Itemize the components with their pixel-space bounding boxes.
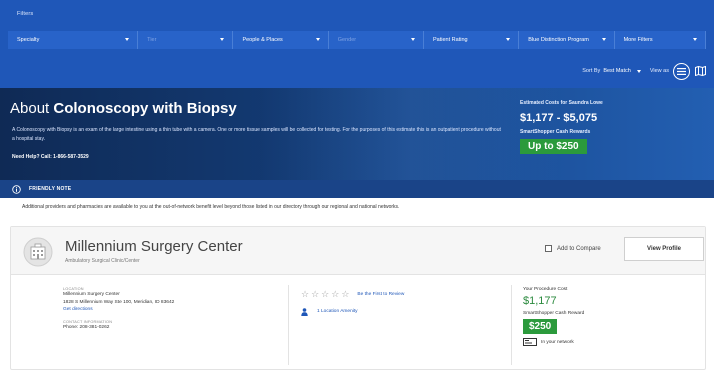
get-directions-link[interactable]: Get directions	[63, 306, 283, 314]
filter-dropdown-label: Tier	[147, 37, 157, 43]
cash-rewards-badge: Up to $250	[520, 139, 587, 154]
sort-controls: Sort By Best Match View as	[582, 62, 706, 80]
procedure-name: Colonoscopy with Biopsy	[53, 100, 237, 117]
location-amenity-link[interactable]: 1 Location Amenity	[317, 308, 358, 316]
chevron-down-icon	[411, 38, 416, 41]
filter-dropdown-people-places[interactable]: People & Places	[233, 31, 329, 49]
network-status: In your network	[523, 338, 703, 346]
cash-rewards-label: SmartShopper Cash Rewards	[520, 129, 591, 135]
provider-type: Ambulatory Surgical Clinic/Center	[65, 258, 140, 264]
column-divider	[288, 285, 289, 365]
map-view-button[interactable]	[695, 66, 706, 76]
info-icon	[12, 184, 21, 194]
chevron-down-icon	[315, 38, 320, 41]
provider-card: Millennium Surgery Center Ambulatory Sur…	[10, 226, 706, 370]
filter-dropdown-gender[interactable]: Gender	[328, 31, 425, 49]
cash-reward-label: SmartShopper Cash Reward	[523, 311, 585, 316]
chevron-down-icon	[692, 38, 697, 41]
add-to-compare-checkbox[interactable]: Add to Compare	[545, 245, 601, 252]
title-prefix: About	[10, 100, 50, 117]
star-outline-icon[interactable]: ☆	[311, 289, 319, 299]
filter-dropdown-patient-rating[interactable]: Patient Rating	[424, 31, 520, 49]
building-icon	[23, 237, 53, 272]
filter-dropdown-blue-distinction-program[interactable]: Blue Distinction Program	[519, 31, 615, 49]
procedure-hero: About Colonoscopy with Biopsy A Colonosc…	[0, 88, 714, 180]
filter-dropdown-label: Patient Rating	[433, 37, 468, 43]
list-icon	[677, 67, 686, 75]
provider-name[interactable]: Millennium Surgery Center	[65, 238, 243, 255]
chevron-down-icon	[636, 69, 641, 73]
star-outline-icon[interactable]: ☆	[331, 289, 339, 299]
sort-select-value: Best Match	[603, 68, 631, 74]
filter-dropdown-label: Specialty	[17, 37, 40, 43]
first-review-link[interactable]: Be the First to Review	[357, 292, 404, 297]
estimated-cost-range: $1,177 - $5,075	[520, 112, 598, 124]
chevron-down-icon	[220, 38, 225, 41]
view-as-label: View as	[649, 68, 669, 74]
friendly-note-text: Additional providers and pharmacies are …	[22, 204, 400, 210]
estimated-cost-label: Estimated Costs for Saundra Lowe	[520, 100, 603, 106]
list-view-button[interactable]	[673, 62, 690, 80]
provider-cost-column: Your Procedure Cost $1,177 SmartShopper …	[523, 287, 703, 346]
view-profile-button[interactable]: View Profile	[624, 237, 704, 261]
estimated-cost-box: Estimated Costs for Saundra Lowe $1,177 …	[520, 100, 700, 154]
friendly-note-bar: FRIENDLY NOTE	[0, 180, 714, 198]
provider-location-column: LOCATION Millennium Surgery Center 1828 …	[63, 287, 283, 331]
chevron-down-icon	[506, 38, 511, 41]
chevron-down-icon	[601, 38, 606, 41]
rating-stars: ☆ ☆ ☆ ☆ ☆ Be the First to Review	[301, 289, 511, 299]
friendly-note-label: FRIENDLY NOTE	[29, 186, 72, 192]
help-phone: Need Help? Call: 1-866-587-3529	[12, 154, 89, 160]
procedure-cost-value: $1,177	[523, 295, 557, 307]
star-outline-icon[interactable]: ☆	[321, 289, 329, 299]
star-outline-icon[interactable]: ☆	[301, 289, 309, 299]
provider-review-column: ☆ ☆ ☆ ☆ ☆ Be the First to Review 1 Locat…	[301, 289, 511, 316]
sort-select[interactable]: Best Match	[603, 68, 641, 74]
network-text: In your network	[541, 339, 574, 345]
sort-by-label: Sort By	[582, 68, 601, 74]
amenity-row: 1 Location Amenity	[301, 308, 511, 316]
procedure-cost-label: Your Procedure Cost	[523, 287, 568, 292]
filter-toolbar: Filters Specialty Tier People & Places Gend…	[0, 0, 714, 88]
filter-row: Specialty Tier People & Places Gender Patien…	[8, 31, 706, 49]
filter-dropdown-specialty[interactable]: Specialty	[8, 31, 139, 49]
filters-heading: Filters	[17, 11, 34, 17]
location-name: Millennium Surgery Center	[63, 292, 120, 297]
provider-card-header: Millennium Surgery Center Ambulatory Sur…	[11, 227, 705, 275]
checkbox-icon	[545, 245, 552, 252]
map-icon	[695, 66, 706, 76]
column-divider	[511, 285, 512, 365]
add-to-compare-label: Add to Compare	[557, 245, 601, 252]
page-title: About Colonoscopy with Biopsy	[10, 100, 237, 117]
filter-dropdown-more-filters[interactable]: More Filters	[614, 31, 706, 49]
filter-dropdown-label: Blue Distinction Program	[528, 37, 589, 43]
filter-dropdown-tier[interactable]: Tier	[138, 31, 234, 49]
person-icon	[301, 308, 308, 316]
location-address: 1828 S Millennium Way Ste 100, Meridian,…	[63, 299, 175, 305]
filter-dropdown-label: More Filters	[623, 37, 653, 43]
procedure-description: A Colonoscopy with Biopsy is an exam of …	[12, 127, 501, 142]
cash-reward-badge: $250	[523, 319, 558, 334]
filter-dropdown-label: People & Places	[242, 37, 283, 43]
contact-phone: Phone: 208-381-0262	[63, 324, 110, 330]
filter-dropdown-label: Gender	[337, 37, 357, 43]
chevron-down-icon	[125, 38, 130, 41]
network-icon	[523, 338, 537, 346]
star-outline-icon[interactable]: ☆	[341, 289, 349, 299]
